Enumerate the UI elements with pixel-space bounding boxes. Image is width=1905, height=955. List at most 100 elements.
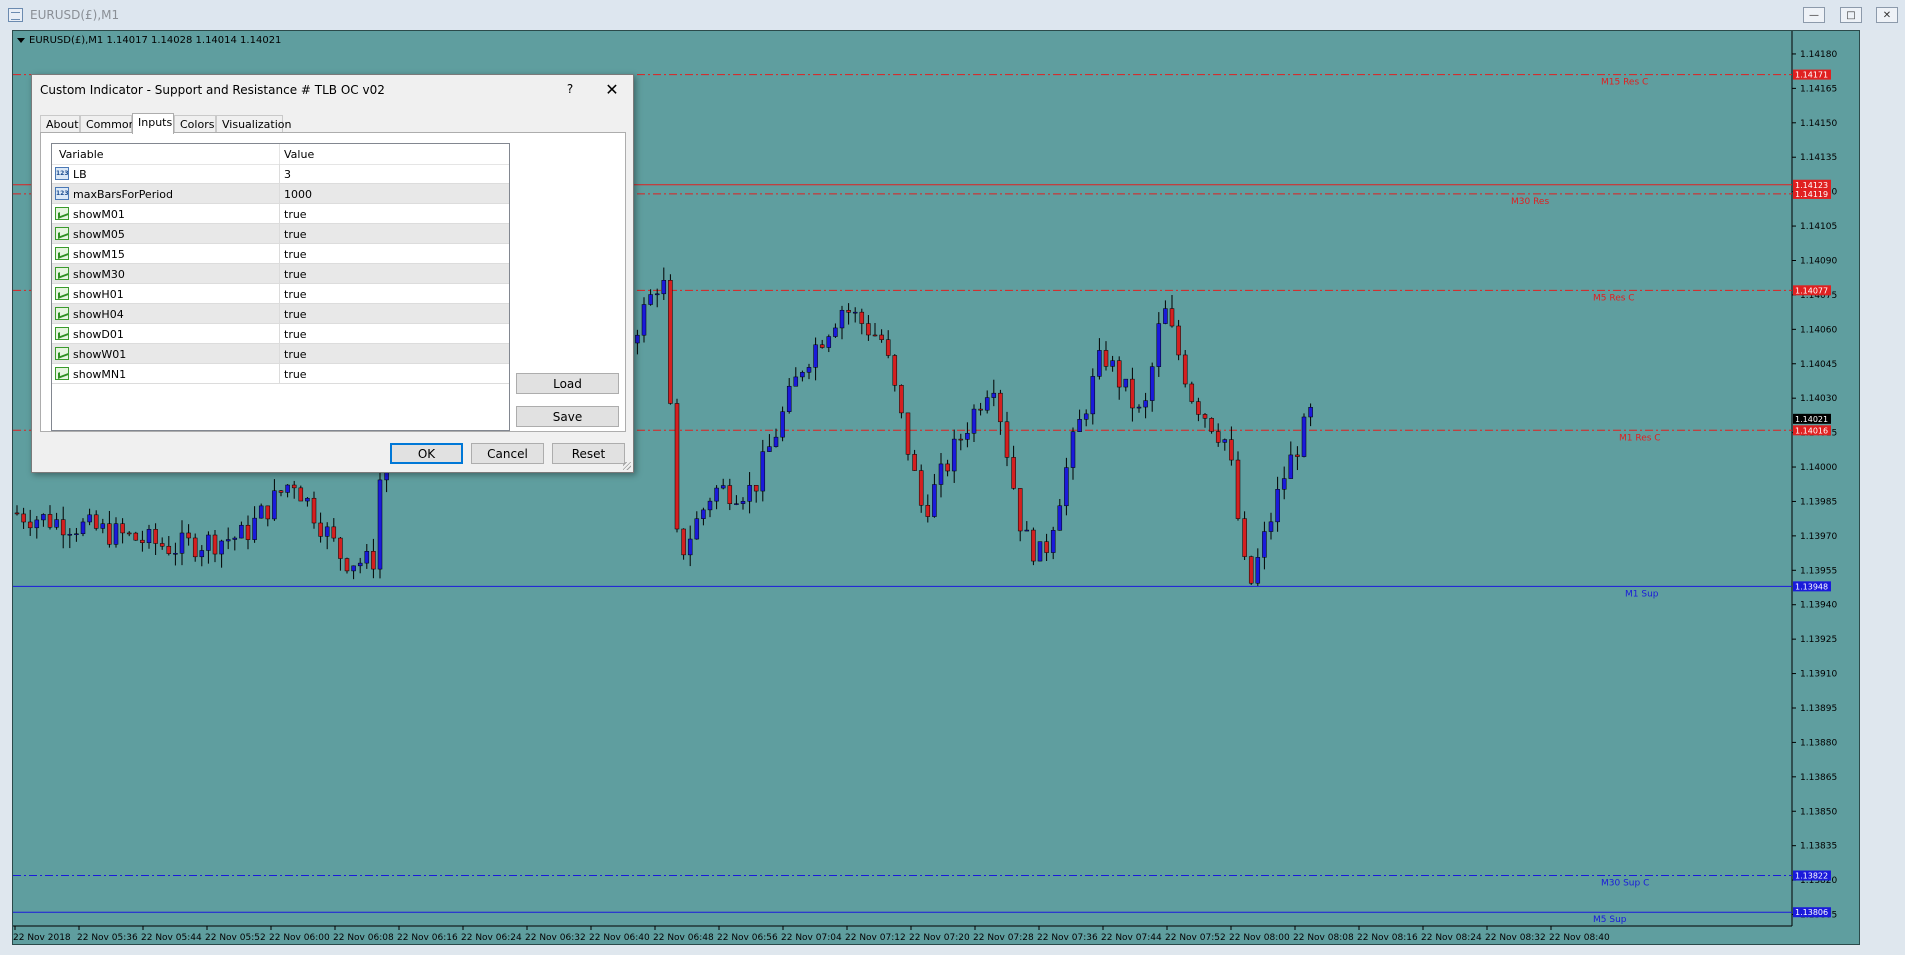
param-row[interactable]: showM15 true	[52, 244, 509, 264]
bull-candle[interactable]	[767, 446, 772, 452]
bull-candle[interactable]	[1123, 378, 1129, 388]
bear-candle[interactable]	[1176, 325, 1181, 356]
bear-candle[interactable]	[1202, 414, 1208, 419]
bear-candle[interactable]	[265, 505, 271, 520]
bear-candle[interactable]	[47, 514, 53, 528]
bull-candle[interactable]	[1308, 407, 1313, 418]
bull-candle[interactable]	[1163, 308, 1168, 324]
bull-candle[interactable]	[971, 408, 977, 434]
bull-candle[interactable]	[1156, 323, 1162, 367]
bear-candle[interactable]	[245, 524, 251, 540]
bull-candle[interactable]	[654, 293, 660, 296]
param-row[interactable]: 123 LB 3	[52, 164, 509, 184]
param-row[interactable]: showM30 true	[52, 264, 509, 284]
param-value[interactable]: true	[284, 368, 307, 381]
tab-common[interactable]: Common	[80, 115, 136, 133]
bull-candle[interactable]	[1090, 376, 1096, 415]
bear-candle[interactable]	[958, 438, 964, 441]
bull-candle[interactable]	[720, 485, 726, 489]
param-row[interactable]: showH01 true	[52, 284, 509, 304]
bull-candle[interactable]	[199, 550, 205, 558]
bull-candle[interactable]	[1288, 454, 1294, 479]
param-row[interactable]: showW01 true	[52, 344, 509, 364]
bull-candle[interactable]	[219, 540, 224, 555]
param-row[interactable]: showM01 true	[52, 204, 509, 224]
bull-candle[interactable]	[1050, 530, 1056, 553]
bull-candle[interactable]	[707, 500, 713, 511]
bear-candle[interactable]	[107, 523, 112, 545]
bull-candle[interactable]	[813, 344, 818, 368]
tab-inputs[interactable]: Inputs	[132, 113, 174, 134]
column-header-variable[interactable]: Variable	[59, 148, 104, 161]
param-value[interactable]: true	[284, 208, 307, 221]
save-button[interactable]: Save	[516, 406, 619, 427]
bear-candle[interactable]	[945, 463, 950, 472]
bull-candle[interactable]	[252, 517, 257, 540]
bull-candle[interactable]	[1057, 505, 1063, 531]
bull-candle[interactable]	[54, 519, 59, 528]
bear-candle[interactable]	[1011, 457, 1016, 489]
bear-candle[interactable]	[905, 412, 911, 455]
column-divider[interactable]	[279, 144, 280, 164]
bull-candle[interactable]	[1275, 489, 1280, 523]
maximize-button[interactable]: □	[1840, 7, 1862, 23]
bull-candle[interactable]	[641, 304, 647, 336]
bear-candle[interactable]	[338, 537, 343, 559]
bull-candle[interactable]	[1037, 541, 1043, 562]
bull-candle[interactable]	[272, 490, 277, 520]
bull-candle[interactable]	[773, 436, 779, 447]
bear-candle[interactable]	[331, 526, 337, 539]
param-row[interactable]: showMN1 true	[52, 364, 509, 384]
bull-candle[interactable]	[714, 487, 719, 502]
bull-candle[interactable]	[351, 565, 356, 572]
bear-candle[interactable]	[1017, 488, 1023, 532]
inputs-grid[interactable]: Variable Value 123 LB 3 123 maxBarsForPeriod…	[51, 143, 510, 431]
bear-candle[interactable]	[153, 529, 158, 544]
bull-candle[interactable]	[932, 484, 937, 517]
bear-candle[interactable]	[925, 505, 931, 517]
bear-candle[interactable]	[1215, 431, 1221, 443]
param-value[interactable]: 3	[284, 168, 291, 181]
bull-candle[interactable]	[146, 529, 152, 543]
bear-candle[interactable]	[298, 487, 304, 502]
bear-candle[interactable]	[371, 551, 376, 570]
bear-candle[interactable]	[1103, 350, 1109, 367]
tab-visualization[interactable]: Visualization	[216, 115, 291, 133]
bull-candle[interactable]	[87, 514, 92, 523]
param-row[interactable]: showM05 true	[52, 224, 509, 244]
bull-candle[interactable]	[951, 438, 957, 472]
bear-candle[interactable]	[212, 534, 218, 555]
bear-candle[interactable]	[1169, 308, 1175, 327]
bear-candle[interactable]	[21, 513, 26, 523]
bull-candle[interactable]	[1268, 521, 1274, 532]
bull-candle[interactable]	[1255, 557, 1261, 584]
param-value[interactable]: 1000	[284, 188, 312, 201]
bear-candle[interactable]	[1004, 421, 1010, 458]
bull-candle[interactable]	[833, 327, 838, 337]
bull-candle[interactable]	[760, 451, 766, 492]
bull-candle[interactable]	[984, 397, 990, 411]
bear-candle[interactable]	[1031, 529, 1036, 562]
bull-candle[interactable]	[1149, 366, 1155, 401]
bear-candle[interactable]	[998, 392, 1003, 423]
help-button[interactable]: ?	[560, 79, 580, 99]
load-button[interactable]: Load	[516, 373, 619, 394]
bull-candle[interactable]	[780, 411, 785, 438]
bear-candle[interactable]	[885, 339, 891, 356]
bull-candle[interactable]	[1301, 416, 1307, 457]
bear-candle[interactable]	[1235, 459, 1241, 519]
bear-candle[interactable]	[186, 532, 191, 539]
param-value[interactable]: true	[284, 288, 307, 301]
bull-candle[interactable]	[786, 385, 792, 412]
bull-candle[interactable]	[1024, 529, 1030, 532]
bear-candle[interactable]	[918, 470, 924, 506]
param-row[interactable]: 123 maxBarsForPeriod 1000	[52, 184, 509, 204]
bear-candle[interactable]	[120, 523, 125, 534]
bull-candle[interactable]	[991, 392, 997, 398]
bear-candle[interactable]	[879, 334, 884, 340]
bull-candle[interactable]	[285, 484, 290, 493]
bear-candle[interactable]	[1116, 360, 1122, 388]
bull-candle[interactable]	[694, 518, 700, 540]
close-window-button[interactable]: ✕	[1876, 7, 1898, 23]
bear-candle[interactable]	[674, 403, 680, 530]
